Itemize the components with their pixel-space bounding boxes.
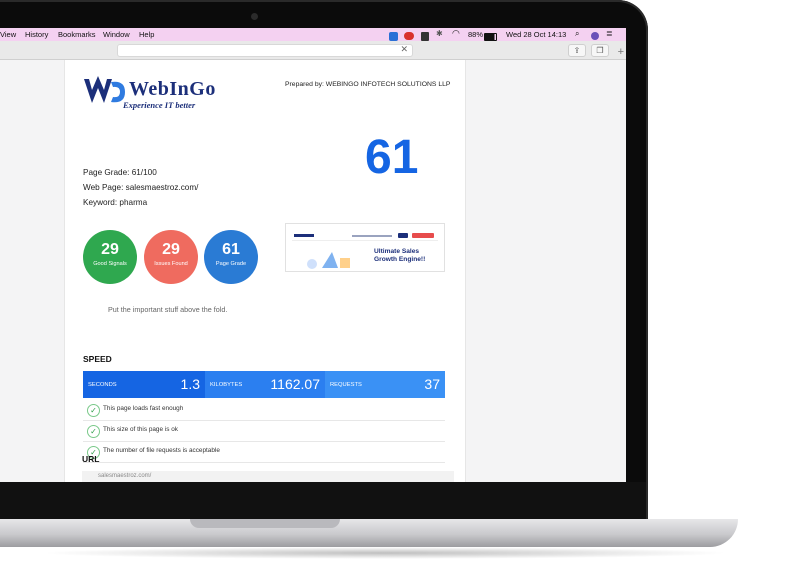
prepared-by: Prepared by: WEBINGO INFOTECH SOLUTIONS … xyxy=(285,81,451,88)
thumbnail-nav xyxy=(292,233,438,241)
check-text: This size of this page is ok xyxy=(103,426,178,433)
kilobytes-metric: KILOBYTES 1162.07 xyxy=(205,371,325,398)
thumbnail-heading: Ultimate Sales Growth Engine!! xyxy=(374,248,426,263)
good-signals-value: 29 xyxy=(101,241,119,258)
check-item: ✓ This page loads fast enough xyxy=(83,400,445,421)
spotlight-search-icon[interactable]: ⌕ xyxy=(575,29,579,39)
checkmark-icon: ✓ xyxy=(87,404,100,417)
menu-help[interactable]: Help xyxy=(139,30,154,39)
check-item: ✓ This size of this page is ok xyxy=(83,421,445,442)
browser-toolbar: ✕ ⇪ ❐ xyxy=(0,41,626,60)
page-grade-value: 61 xyxy=(222,241,240,258)
new-tab-button[interactable]: + xyxy=(618,46,624,58)
logo-wordmark: WebInGo xyxy=(129,78,216,100)
check-item: ✓ The number of file requests is accepta… xyxy=(83,442,445,463)
close-icon[interactable]: ✕ xyxy=(400,44,408,55)
mac-menubar: View History Bookmarks Window Help ✱ ◠ 8… xyxy=(0,28,626,41)
control-center-icon[interactable]: ≣ xyxy=(606,29,613,38)
keyword-line: Keyword: pharma xyxy=(83,198,148,207)
site-thumbnail: Ultimate Sales Growth Engine!! xyxy=(285,223,445,272)
laptop-base xyxy=(0,519,738,547)
good-signals-label: Good Signals xyxy=(93,261,127,267)
checkmark-icon: ✓ xyxy=(87,425,100,438)
page-info: Page Grade: 61/100 Web Page: salesmaestr… xyxy=(83,165,198,210)
menu-window[interactable]: Window xyxy=(103,30,130,39)
webingo-logo-mark-icon xyxy=(84,76,125,103)
laptop-shadow xyxy=(40,547,730,559)
check-text: The number of file requests is acceptabl… xyxy=(103,447,220,454)
issues-found-label: Issues Found xyxy=(154,261,188,267)
good-signals-circle: 29 Good Signals xyxy=(83,230,137,284)
thumbnail-illustration-icon xyxy=(307,252,350,269)
url-value-row: salesmaestroz.com/ xyxy=(82,471,454,482)
seconds-metric: SECONDS 1.3 xyxy=(83,371,205,398)
requests-metric: REQUESTS 37 xyxy=(325,371,445,398)
webcam xyxy=(251,13,258,20)
page-grade-label: Page Grade xyxy=(215,261,247,267)
address-bar[interactable]: ✕ xyxy=(117,44,413,57)
requests-label: REQUESTS xyxy=(330,382,362,388)
laptop-frame: View History Bookmarks Window Help ✱ ◠ 8… xyxy=(0,0,788,575)
page-grade-line: Page Grade: 61/100 xyxy=(83,168,157,177)
issues-found-circle: 29 Issues Found xyxy=(144,230,198,284)
webingo-logo: WebInGo Experience IT better xyxy=(83,76,223,110)
laptop-notch xyxy=(190,519,340,528)
bluetooth-icon[interactable]: ✱ xyxy=(436,29,443,38)
menu-history[interactable]: History xyxy=(25,30,48,39)
speed-heading: SPEED xyxy=(83,354,112,364)
kilobytes-value: 1162.07 xyxy=(270,376,320,392)
menu-bookmarks[interactable]: Bookmarks xyxy=(58,30,96,39)
teamviewer-icon[interactable] xyxy=(389,30,398,41)
battery-percent: 88% xyxy=(468,30,484,39)
share-button[interactable]: ⇪ xyxy=(568,44,586,57)
page-grade-circle: 61 Page Grade xyxy=(204,230,258,284)
menubar-clock[interactable]: Wed 28 Oct 14:13 xyxy=(506,30,566,39)
requests-value: 37 xyxy=(424,376,440,392)
report-sheet: WebInGo Experience IT better Prepared by… xyxy=(64,60,466,482)
seconds-label: SECONDS xyxy=(88,382,117,388)
web-page-line: Web Page: salesmaestroz.com/ xyxy=(83,183,199,192)
screen: View History Bookmarks Window Help ✱ ◠ 8… xyxy=(0,28,626,482)
fold-tip: Put the important stuff above the fold. xyxy=(108,305,228,314)
check-text: This page loads fast enough xyxy=(103,405,184,412)
issues-found-value: 29 xyxy=(162,241,180,258)
show-tabs-button[interactable]: ❐ xyxy=(591,44,609,57)
menu-view[interactable]: View xyxy=(0,30,16,39)
laptop-hinge xyxy=(0,482,646,520)
wifi-icon[interactable]: ◠ xyxy=(452,28,460,39)
url-heading-visible: URL xyxy=(82,454,100,464)
seconds-value: 1.3 xyxy=(180,376,200,392)
logo-tagline: Experience IT better xyxy=(123,100,196,110)
url-value: salesmaestroz.com/ xyxy=(98,473,152,479)
kilobytes-label: KILOBYTES xyxy=(210,382,243,388)
web-page: WebInGo Experience IT better Prepared by… xyxy=(0,60,626,482)
grade-score: 61 xyxy=(365,131,419,184)
speed-bar: SECONDS 1.3 KILOBYTES 1162.07 REQUESTS 3… xyxy=(83,371,445,398)
